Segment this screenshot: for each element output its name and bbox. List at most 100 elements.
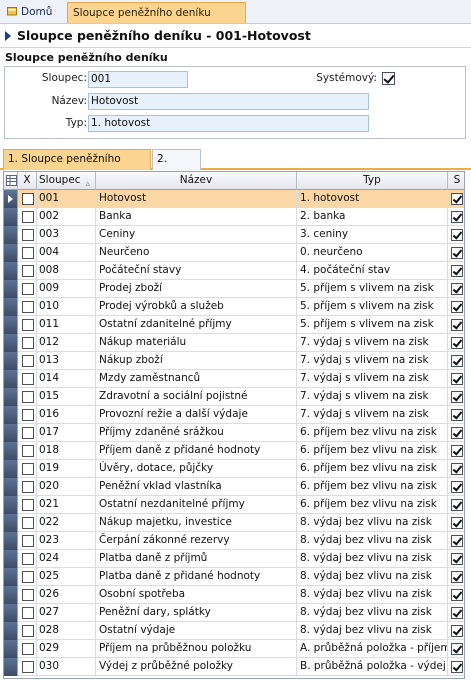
row-indicator[interactable] <box>4 586 18 604</box>
row-indicator[interactable] <box>4 406 18 424</box>
table-row[interactable]: 026 Osobní spotřeba 8. výdaj bez vlivu na … <box>4 586 464 604</box>
cell-sloupec[interactable]: 025 <box>37 568 96 586</box>
table-row[interactable]: 010 Prodej výrobků a služeb 5. příjem s vl… <box>4 298 464 316</box>
cell-nazev[interactable]: Ostatní zdanitelné příjmy <box>96 316 297 334</box>
row-s-checkbox[interactable] <box>451 427 463 439</box>
table-row[interactable]: 025 Platba daně z přidané hodnoty 8. výdaj… <box>4 568 464 586</box>
cell-typ[interactable]: 8. výdaj bez vlivu na zisk <box>297 550 448 568</box>
cell-typ[interactable]: 3. ceniny <box>297 226 448 244</box>
cell-nazev[interactable]: Prodej zboží <box>96 280 297 298</box>
sloupec-field[interactable]: 001 <box>88 71 188 88</box>
cell-nazev[interactable]: Peněžní vklad vlastníka <box>96 478 297 496</box>
cell-typ[interactable]: 7. výdaj s vlivem na zisk <box>297 352 448 370</box>
row-indicator[interactable] <box>4 316 18 334</box>
table-row[interactable]: 015 Zdravotní a sociální pojistné 7. výdaj… <box>4 388 464 406</box>
cell-typ[interactable]: 2. banka <box>297 208 448 226</box>
typ-field[interactable]: 1. hotovost <box>88 115 369 132</box>
row-x-checkbox[interactable] <box>22 499 34 511</box>
row-indicator[interactable] <box>4 460 18 478</box>
row-indicator[interactable] <box>4 370 18 388</box>
cell-sloupec[interactable]: 024 <box>37 550 96 568</box>
row-s-checkbox[interactable] <box>451 607 463 619</box>
row-s-checkbox[interactable] <box>451 283 463 295</box>
cell-sloupec[interactable]: 012 <box>37 334 96 352</box>
cell-typ[interactable]: 8. výdaj bez vlivu na zisk <box>297 514 448 532</box>
cell-sloupec[interactable]: 029 <box>37 640 96 658</box>
cell-sloupec[interactable]: 028 <box>37 622 96 640</box>
table-row[interactable]: 004 Neurčeno 0. neurčeno <box>4 244 464 262</box>
cell-typ[interactable]: 8. výdaj bez vlivu na zisk <box>297 532 448 550</box>
cell-typ[interactable]: 8. výdaj bez vlivu na zisk <box>297 604 448 622</box>
row-s-checkbox[interactable] <box>451 643 463 655</box>
row-indicator[interactable] <box>4 622 18 640</box>
row-x-checkbox[interactable] <box>22 283 34 295</box>
row-s-checkbox[interactable] <box>451 463 463 475</box>
row-s-checkbox[interactable] <box>451 481 463 493</box>
row-indicator[interactable] <box>4 568 18 586</box>
row-s-checkbox[interactable] <box>451 553 463 565</box>
row-indicator[interactable] <box>4 658 18 676</box>
col-header-s[interactable]: S <box>448 172 464 190</box>
row-s-checkbox[interactable] <box>451 661 463 673</box>
cell-sloupec[interactable]: 020 <box>37 478 96 496</box>
table-row[interactable]: 002 Banka 2. banka <box>4 208 464 226</box>
row-x-checkbox[interactable] <box>22 589 34 601</box>
cell-typ[interactable]: 5. příjem s vlivem na zisk <box>297 298 448 316</box>
table-row[interactable]: 019 Úvěry, dotace, půjčky 6. příjem bez vl… <box>4 460 464 478</box>
cell-nazev[interactable]: Výdej z průběžné položky <box>96 658 297 676</box>
cell-sloupec[interactable]: 023 <box>37 532 96 550</box>
row-x-checkbox[interactable] <box>22 625 34 637</box>
cell-nazev[interactable]: Počáteční stavy <box>96 262 297 280</box>
cell-typ[interactable]: B. průběžná položka - výdej <box>297 658 448 676</box>
cell-sloupec[interactable]: 019 <box>37 460 96 478</box>
cell-typ[interactable]: 6. příjem bez vlivu na zisk <box>297 442 448 460</box>
cell-typ[interactable]: 1. hotovost <box>297 190 448 208</box>
cell-sloupec[interactable]: 004 <box>37 244 96 262</box>
row-s-checkbox[interactable] <box>451 391 463 403</box>
row-indicator[interactable] <box>4 190 18 208</box>
cell-nazev[interactable]: Ostatní nezdanitelné příjmy <box>96 496 297 514</box>
row-x-checkbox[interactable] <box>22 391 34 403</box>
cell-typ[interactable]: 5. příjem s vlivem na zisk <box>297 280 448 298</box>
row-s-checkbox[interactable] <box>451 535 463 547</box>
cell-nazev[interactable]: Osobní spotřeba <box>96 586 297 604</box>
row-indicator[interactable] <box>4 640 18 658</box>
cell-typ[interactable]: 8. výdaj bez vlivu na zisk <box>297 622 448 640</box>
row-indicator[interactable] <box>4 478 18 496</box>
row-indicator[interactable] <box>4 424 18 442</box>
cell-typ[interactable]: 6. příjem bez vlivu na zisk <box>297 478 448 496</box>
table-row[interactable]: 023 Čerpání zákonné rezervy 8. výdaj bez v… <box>4 532 464 550</box>
systemovy-checkbox[interactable] <box>382 72 395 85</box>
table-row[interactable]: 008 Počáteční stavy 4. počáteční stav <box>4 262 464 280</box>
cell-typ[interactable]: 6. příjem bez vlivu na zisk <box>297 496 448 514</box>
table-row[interactable]: 022 Nákup majetku, investice 8. výdaj bez … <box>4 514 464 532</box>
row-x-checkbox[interactable] <box>22 247 34 259</box>
cell-nazev[interactable]: Hotovost <box>96 190 297 208</box>
row-x-checkbox[interactable] <box>22 301 34 313</box>
table-row[interactable]: 018 Příjem daně z přidané hodnoty 6. příje… <box>4 442 464 460</box>
table-row[interactable]: 003 Ceniny 3. ceniny <box>4 226 464 244</box>
table-row[interactable]: 027 Peněžní dary, splátky 8. výdaj bez vli… <box>4 604 464 622</box>
row-s-checkbox[interactable] <box>451 337 463 349</box>
row-indicator[interactable] <box>4 244 18 262</box>
table-row[interactable]: 017 Příjmy zdaněné srážkou 6. příjem bez v… <box>4 424 464 442</box>
row-s-checkbox[interactable] <box>451 445 463 457</box>
row-x-checkbox[interactable] <box>22 571 34 583</box>
cell-nazev[interactable]: Prodej výrobků a služeb <box>96 298 297 316</box>
cell-nazev[interactable]: Mzdy zaměstnanců <box>96 370 297 388</box>
row-x-checkbox[interactable] <box>22 319 34 331</box>
row-s-checkbox[interactable] <box>451 355 463 367</box>
row-indicator[interactable] <box>4 352 18 370</box>
cell-sloupec[interactable]: 021 <box>37 496 96 514</box>
cell-nazev[interactable]: Ostatní výdaje <box>96 622 297 640</box>
cell-typ[interactable]: 7. výdaj s vlivem na zisk <box>297 406 448 424</box>
tab-vazby[interactable]: 2. Vazby <box>152 149 201 184</box>
col-header-x[interactable]: X <box>18 172 37 190</box>
cell-sloupec[interactable]: 030 <box>37 658 96 676</box>
home-tab[interactable]: Domů <box>2 2 63 23</box>
row-s-checkbox[interactable] <box>451 211 463 223</box>
nazev-field[interactable]: Hotovost <box>88 93 369 110</box>
cell-nazev[interactable]: Příjem daně z přidané hodnoty <box>96 442 297 460</box>
row-s-checkbox[interactable] <box>451 265 463 277</box>
cell-sloupec[interactable]: 008 <box>37 262 96 280</box>
